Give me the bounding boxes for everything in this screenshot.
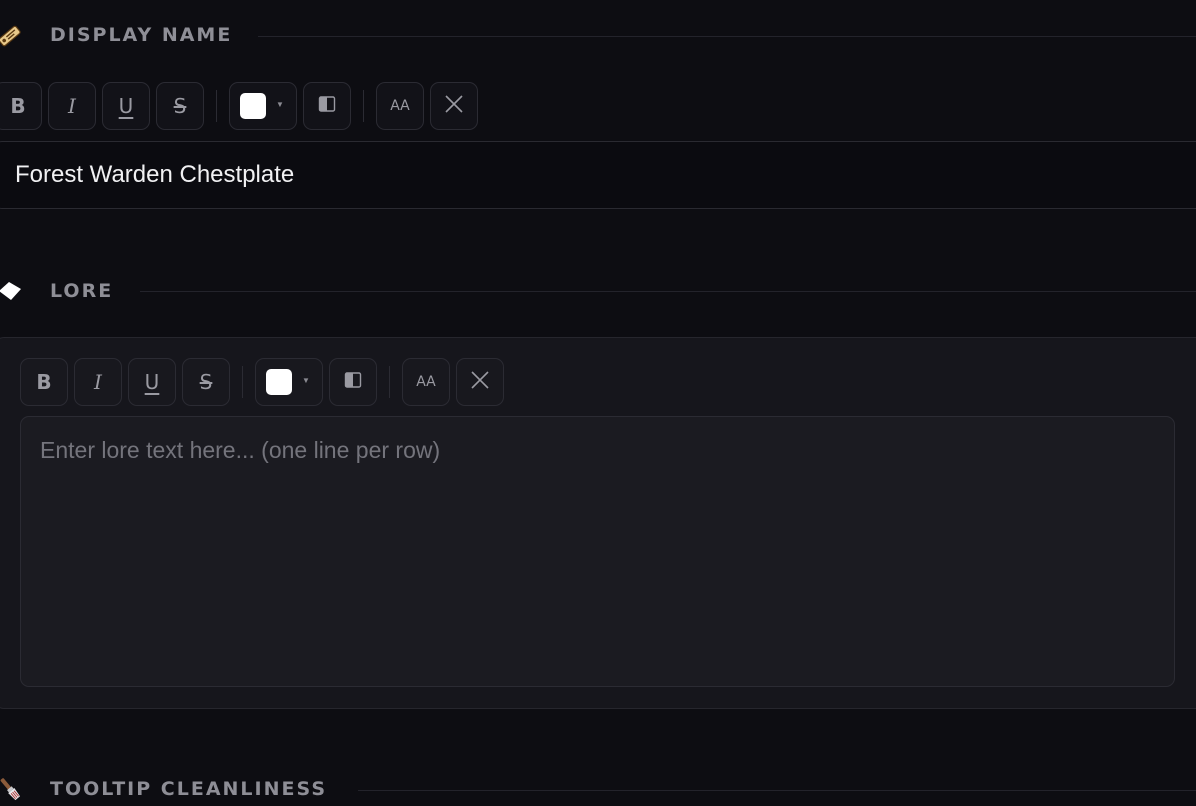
underline-button[interactable]: U [128,358,176,406]
item-editor-page: DISPLAY NAME B I U S ▼ AA Forest Warden … [0,0,1196,806]
tooltip-cleanliness-header: TOOLTIP CLEANLINESS [0,774,1196,804]
color-picker-button[interactable]: ▼ [229,82,297,130]
strikethrough-button[interactable]: S [182,358,230,406]
lore-header: LORE [0,276,1196,306]
bold-button[interactable]: B [0,82,42,130]
color-swatch [240,93,266,119]
section-title: DISPLAY NAME [50,24,233,46]
clear-format-button[interactable] [456,358,504,406]
toolbar-divider [389,366,390,398]
italic-button[interactable]: I [48,82,96,130]
toolbar-divider [363,90,364,122]
section-divider [258,36,1196,37]
section-divider [140,291,1196,292]
lore-toolbar: B I U S ▼ AA [20,358,510,406]
color-picker-button[interactable]: ▼ [255,358,323,406]
clear-format-button[interactable] [430,82,478,130]
display-name-toolbar: B I U S ▼ AA [0,82,484,130]
display-name-header: DISPLAY NAME [0,20,1196,50]
underline-button[interactable]: U [102,82,150,130]
text-size-button[interactable]: AA [402,358,450,406]
caret-down-icon: ▼ [302,375,310,385]
color-swatch [266,369,292,395]
paper-icon [0,277,24,305]
strikethrough-button[interactable]: S [156,82,204,130]
section-title: LORE [50,280,114,302]
caret-down-icon: ▼ [276,99,284,109]
gradient-button[interactable] [303,82,351,130]
section-divider [358,790,1196,791]
italic-button[interactable]: I [74,358,122,406]
half-fill-icon [318,94,336,118]
brush-icon [0,775,24,803]
display-name-input[interactable] [0,141,1196,209]
bold-button[interactable]: B [20,358,68,406]
half-fill-icon [344,370,362,394]
close-icon [470,370,490,395]
toolbar-divider [242,366,243,398]
section-title: TOOLTIP CLEANLINESS [50,778,328,800]
toolbar-divider [216,90,217,122]
close-icon [444,94,464,119]
gradient-button[interactable] [329,358,377,406]
lore-textarea[interactable] [20,416,1175,687]
text-size-button[interactable]: AA [376,82,424,130]
name-tag-icon [0,21,24,49]
